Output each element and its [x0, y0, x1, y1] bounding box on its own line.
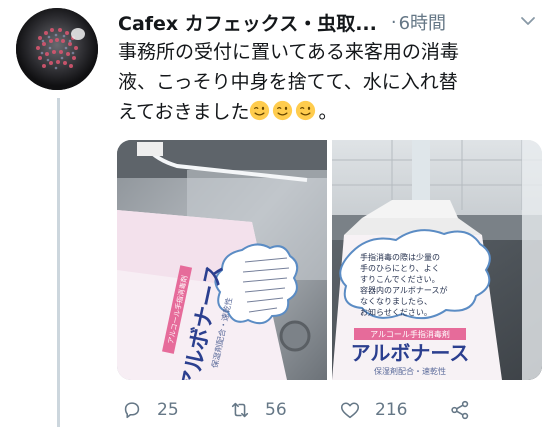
- reply-button[interactable]: 25: [121, 396, 179, 424]
- tweet[interactable]: Cafex カフェックス・虫取... · 6時間 事務所の受付に置いてある来客用…: [0, 0, 547, 427]
- like-count: 216: [375, 400, 408, 420]
- tweet-text-segment: えておきました: [118, 101, 250, 123]
- tweet-actions: 25 56 216: [117, 396, 537, 424]
- note-line: すりこんでください。: [360, 275, 440, 284]
- product-banner-right: アルコール手指消毒剤: [370, 329, 450, 339]
- media-photo-left[interactable]: アルボナース 保湿剤配合・速乾性 アルコール手指消毒剤: [117, 140, 327, 380]
- tweet-text-end: 。: [318, 101, 338, 123]
- note-line: 容器内のアルボナースが: [360, 285, 448, 295]
- share-icon: [451, 400, 469, 420]
- thread-line: [57, 98, 60, 427]
- avatar[interactable]: [16, 8, 98, 90]
- reply-icon: [124, 402, 140, 419]
- tweet-text-line: えておきました 。: [118, 97, 538, 127]
- tweet-media: アルボナース 保湿剤配合・速乾性 アルコール手指消毒剤 手指消毒の際は少量の 手…: [117, 140, 542, 380]
- note-line: お知らせください。: [360, 307, 432, 317]
- retweet-count: 56: [265, 400, 287, 420]
- reply-count: 25: [157, 400, 179, 420]
- note-line: 手のひらにとり、よく: [360, 263, 440, 273]
- product-subtitle-right: 保湿剤配合・速乾性: [374, 366, 446, 376]
- tweet-text-line: 液、こっそり中身を捨てて、水に入れ替: [118, 71, 458, 93]
- tweet-header: Cafex カフェックス・虫取... · 6時間: [118, 8, 538, 36]
- sink-bottle-photo-right: 手指消毒の際は少量の 手のひらにとり、よく すりこんでください。 容器内のアルボ…: [332, 140, 542, 380]
- share-button[interactable]: [449, 396, 471, 424]
- note-line: 手指消毒の際は少量の: [360, 252, 440, 262]
- separator-dot: ·: [390, 11, 397, 33]
- winking-face-emoji: [250, 100, 270, 121]
- display-name[interactable]: Cafex カフェックス・虫取...: [118, 9, 377, 36]
- timestamp[interactable]: 6時間: [399, 9, 446, 35]
- note-line: なくなりましたら、: [360, 297, 432, 306]
- winking-face-emoji: [296, 100, 316, 121]
- winking-face-emoji: [273, 100, 293, 121]
- chevron-down-icon[interactable]: [519, 12, 537, 30]
- tweet-text: 事務所の受付に置いてある来客用の消毒 液、こっそり中身を捨てて、水に入れ替 えて…: [118, 37, 538, 127]
- like-button[interactable]: 216: [339, 396, 407, 424]
- product-name-right: アルボナース: [351, 341, 470, 365]
- heart-icon: [340, 402, 360, 419]
- retweet-button[interactable]: 56: [229, 396, 287, 424]
- sink-bottle-photo-left: アルボナース 保湿剤配合・速乾性 アルコール手指消毒剤: [117, 140, 327, 380]
- avatar-image: [16, 8, 98, 90]
- media-photo-right[interactable]: 手指消毒の際は少量の 手のひらにとり、よく すりこんでください。 容器内のアルボ…: [332, 140, 542, 380]
- retweet-icon: [231, 402, 249, 418]
- tweet-text-line: 事務所の受付に置いてある来客用の消毒: [118, 41, 459, 63]
